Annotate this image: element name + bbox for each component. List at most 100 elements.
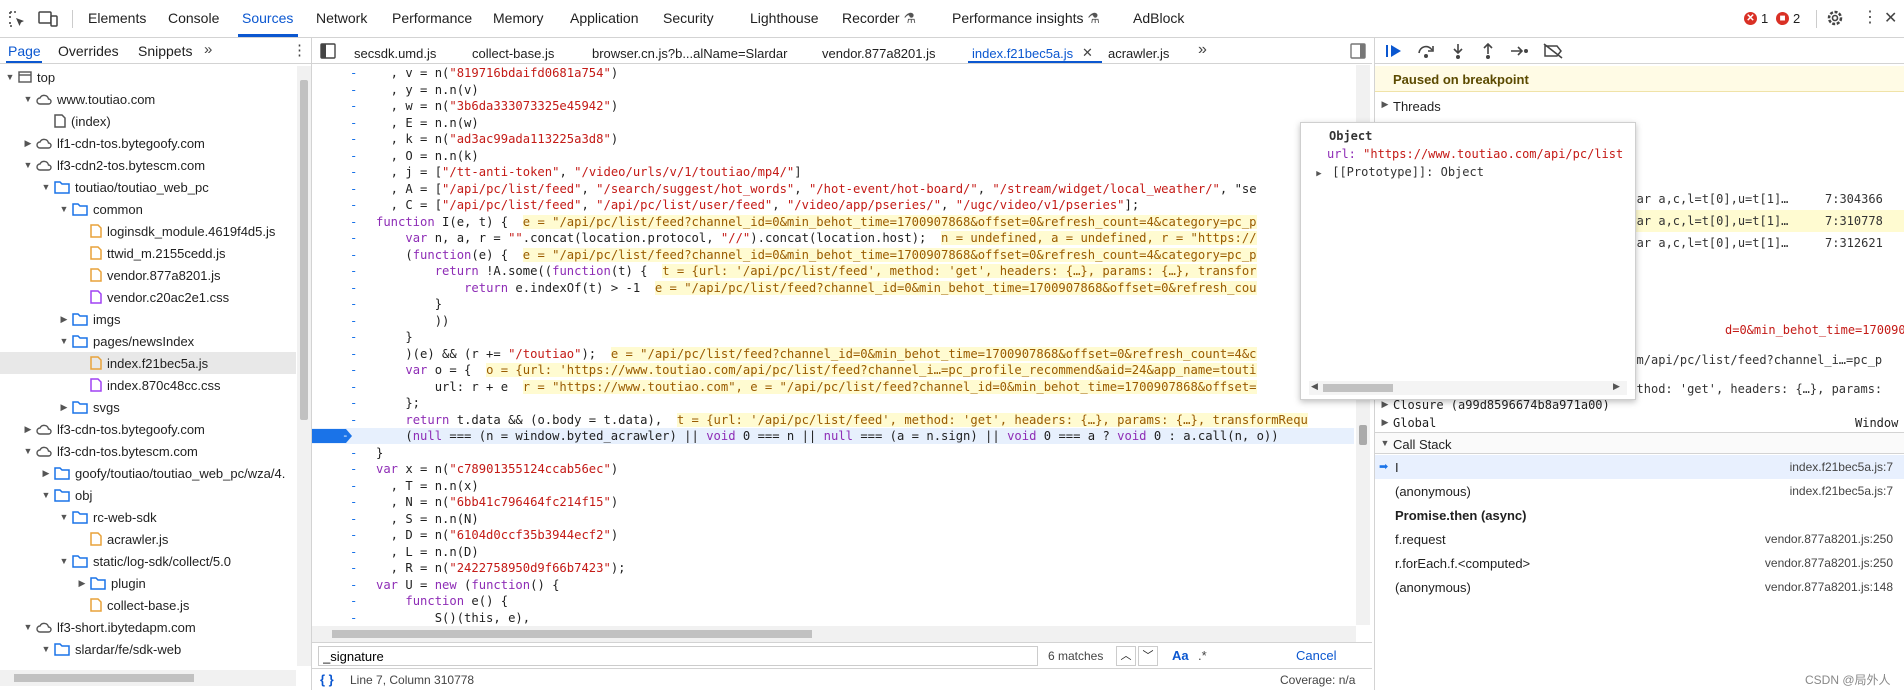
file-tab-vendor[interactable]: vendor.877a8201.js (822, 46, 935, 61)
tree-item[interactable]: ▶ svgs (0, 396, 296, 418)
tree-item[interactable]: ▼ slardar/fe/sdk-web (0, 638, 296, 660)
line-gutter[interactable]: - (350, 461, 357, 477)
tree-item[interactable]: ▼ rc-web-sdk (0, 506, 296, 528)
resume-icon[interactable] (1385, 43, 1403, 59)
line-gutter[interactable]: - (350, 214, 357, 230)
code-line[interactable]: - )(e) && (r += "/toutiao"); e = "/api/p… (312, 346, 1354, 362)
line-gutter[interactable]: - (350, 197, 357, 213)
tree-item[interactable]: ▶ plugin (0, 572, 296, 594)
code-line[interactable]: - , S = n.n(N) (312, 511, 1354, 527)
line-gutter[interactable]: - (350, 478, 357, 494)
tree-item[interactable]: ▼ toutiao/toutiao_web_pc (0, 176, 296, 198)
tree-item[interactable]: loginsdk_module.4619f4d5.js (0, 220, 296, 242)
tree-item[interactable]: ▼ obj (0, 484, 296, 506)
navigator-tab-overrides[interactable]: Overrides (58, 43, 119, 59)
file-tab-secsdk[interactable]: secsdk.umd.js (354, 46, 436, 61)
expand-triangle-icon[interactable]: ▶ (22, 424, 34, 435)
line-gutter[interactable]: - (350, 98, 357, 114)
close-tab-icon[interactable]: ✕ (1082, 45, 1093, 61)
code-line[interactable]: - function I(e, t) { e = "/api/pc/list/fe… (312, 214, 1354, 230)
code-line[interactable]: - , C = ["/api/pc/list/feed", "/api/pc/l… (312, 197, 1354, 213)
line-gutter[interactable]: - (350, 296, 357, 312)
line-gutter[interactable]: - (350, 263, 357, 279)
navigator-scrollbar[interactable] (297, 66, 311, 666)
code-line[interactable]: - S()(this, e), (312, 610, 1354, 626)
expand-triangle-icon[interactable]: ▶ (40, 468, 52, 479)
code-line[interactable]: - , A = ["/api/pc/list/feed", "/search/s… (312, 181, 1354, 197)
code-line[interactable]: - , w = n("3b6da333073325e45942") (312, 98, 1354, 114)
code-line[interactable]: - var U = new (function() { (312, 577, 1354, 593)
scope-global[interactable]: ▶ Global Window (1375, 414, 1904, 432)
line-gutter[interactable]: - (350, 577, 357, 593)
collapse-triangle-icon[interactable]: ▼ (22, 446, 34, 456)
tree-item[interactable]: ▶ lf3-cdn-tos.bytegoofy.com (0, 418, 296, 440)
more-tabs-chevron-icon[interactable]: » (204, 41, 212, 58)
call-frame[interactable]: Promise.then (async) (1375, 503, 1904, 527)
tree-item[interactable]: ttwid_m.2155cedd.js (0, 242, 296, 264)
code-line[interactable]: - return e.indexOf(t) > -1 e = "/api/pc/… (312, 280, 1354, 296)
code-area[interactable]: - , v = n("819716bdaifd0681a754") - , y =… (312, 65, 1356, 625)
cancel-search-button[interactable]: Cancel (1296, 648, 1336, 663)
file-tab-collect-base[interactable]: collect-base.js (472, 46, 554, 61)
tree-item[interactable]: acrawler.js (0, 528, 296, 550)
file-tab-index[interactable]: index.f21bec5a.js (972, 46, 1073, 61)
previous-match-button[interactable]: ︿ (1116, 646, 1136, 666)
code-line[interactable]: - } (312, 329, 1354, 345)
tree-item[interactable]: ▼ static/log-sdk/collect/5.0 (0, 550, 296, 572)
code-line[interactable]: - var n, a, r = "".concat(location.proto… (312, 230, 1354, 246)
match-case-toggle[interactable]: Aa (1172, 648, 1189, 663)
tree-item[interactable]: index.f21bec5a.js (0, 352, 296, 374)
code-line[interactable]: - , v = n("819716bdaifd0681a754") (312, 65, 1354, 81)
code-line[interactable]: - var o = { o = {url: 'https://www.touti… (312, 362, 1354, 378)
tree-item[interactable]: ▶ goofy/toutiao/toutiao_web_pc/wza/4. (0, 462, 296, 484)
tab-recorder[interactable]: Recorder ⚗ (842, 10, 916, 27)
expand-triangle-icon[interactable]: ▶ (58, 402, 70, 413)
line-gutter[interactable]: - (350, 164, 357, 180)
expand-triangle-icon[interactable]: ▶ (22, 138, 34, 149)
expand-triangle-icon[interactable]: ▶ (76, 578, 88, 589)
code-line[interactable]: - , N = n("6bb41c796464fc214f15") (312, 494, 1354, 510)
line-gutter[interactable]: - (350, 412, 357, 428)
tree-item[interactable]: ▼ lf3-cdn-tos.bytescm.com (0, 440, 296, 462)
collapse-triangle-icon[interactable]: ▼ (40, 490, 52, 500)
step-out-icon[interactable] (1479, 43, 1497, 59)
threads-section-header[interactable]: ▶ Threads (1375, 94, 1904, 118)
code-line[interactable]: -} (312, 445, 1354, 461)
code-line[interactable]: - , T = n.n(x) (312, 478, 1354, 494)
call-frame[interactable]: ➡ Iindex.f21bec5a.js:7 (1375, 455, 1904, 479)
popover-horizontal-scrollbar[interactable]: ◀ ▶ (1309, 381, 1627, 395)
line-gutter[interactable]: - (350, 82, 357, 98)
call-frame[interactable]: f.request vendor.877a8201.js:250 (1375, 527, 1904, 551)
pretty-print-icon[interactable]: { } (320, 672, 334, 687)
tab-network[interactable]: Network (316, 10, 367, 26)
line-gutter[interactable]: - (350, 379, 357, 395)
code-line[interactable]: - function e() { (312, 593, 1354, 609)
line-gutter[interactable]: - (350, 544, 357, 560)
tree-item[interactable]: ▶ lf1-cdn-tos.bytegoofy.com (0, 132, 296, 154)
navigator-horizontal-scrollbar[interactable] (0, 670, 296, 686)
tree-item[interactable]: ▼ lf3-cdn2-tos.bytescm.com (0, 154, 296, 176)
tab-lighthouse[interactable]: Lighthouse (750, 10, 819, 26)
line-gutter[interactable]: - (350, 560, 357, 576)
tab-security[interactable]: Security (663, 10, 714, 26)
line-gutter[interactable]: - (350, 593, 357, 609)
popover-scroll-thumb[interactable] (1323, 384, 1393, 392)
code-line[interactable]: - , O = n.n(k) (312, 148, 1354, 164)
line-gutter[interactable]: - (350, 313, 357, 329)
collapse-triangle-icon[interactable]: ▼ (22, 160, 34, 170)
code-line[interactable]: - , E = n.n(w) (312, 115, 1354, 131)
toggle-debugger-icon[interactable] (1350, 43, 1366, 59)
toggle-navigator-icon[interactable] (320, 43, 336, 59)
tree-item[interactable]: vendor.877a8201.js (0, 264, 296, 286)
expand-triangle-icon[interactable]: ▶ (58, 314, 70, 325)
code-line[interactable]: - , L = n.n(D) (312, 544, 1354, 560)
code-line[interactable]: - }; (312, 395, 1354, 411)
tab-performance[interactable]: Performance (392, 10, 472, 26)
code-line[interactable]: - url: r + e r = "https://www.toutiao.co… (312, 379, 1354, 395)
scroll-right-icon[interactable]: ▶ (1613, 381, 1620, 392)
line-gutter[interactable]: - (350, 329, 357, 345)
more-files-chevron-icon[interactable]: » (1198, 41, 1207, 59)
navigator-scroll-thumb[interactable] (300, 80, 308, 420)
code-line[interactable]: - , R = n("2422758950d9f66b7423"); (312, 560, 1354, 576)
collapse-triangle-icon[interactable]: ▼ (22, 94, 34, 104)
